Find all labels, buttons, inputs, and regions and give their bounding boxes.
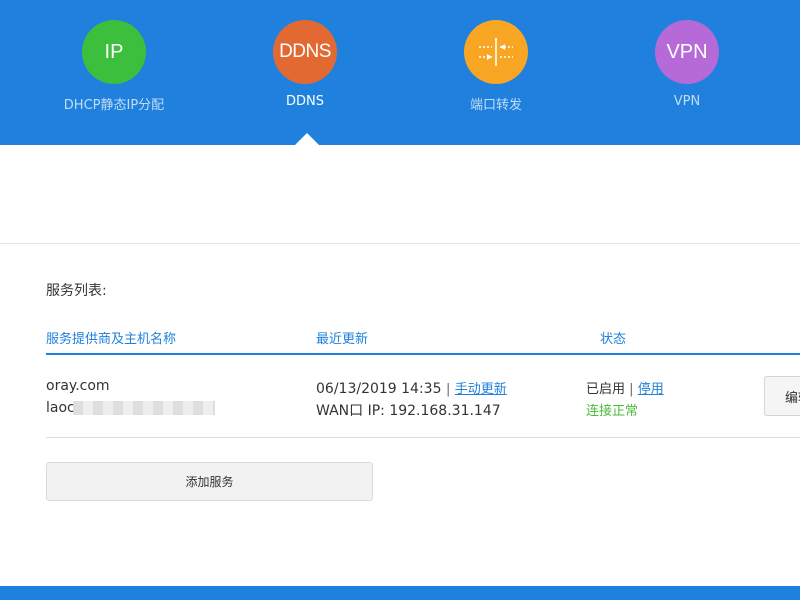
host-name: laoc xyxy=(46,400,75,416)
column-provider-host: 服务提供商及主机名称 xyxy=(46,332,177,347)
nav-label-port-forwarding: 端口转发 xyxy=(469,98,522,113)
add-service-button[interactable]: 添加服务 xyxy=(46,462,373,501)
vpn-icon: VPN xyxy=(655,20,719,84)
edit-button[interactable]: 编辑 xyxy=(764,376,800,416)
ip-icon-text: IP xyxy=(104,40,124,63)
provider-name: oray.com xyxy=(46,378,110,394)
column-status: 状态 xyxy=(600,332,627,347)
ddns-icon-text: DDNS xyxy=(279,41,331,62)
active-tab-pointer xyxy=(295,133,319,145)
nav-item-ddns[interactable]: DDNS DDNS xyxy=(225,20,385,109)
last-update-cell: 06/13/2019 14:35 | 手动更新 xyxy=(316,378,507,397)
vpn-icon-text: VPN xyxy=(666,40,708,63)
last-update-time: 06/13/2019 14:35 xyxy=(316,381,442,397)
top-nav: IP DHCP静态IP分配 DDNS DDNS 端口转发 VPN VPN xyxy=(0,0,800,145)
column-last-update: 最近更新 xyxy=(316,332,369,347)
nav-item-vpn[interactable]: VPN VPN xyxy=(607,20,767,109)
wan-ip-text: WAN口 IP: 192.168.31.147 xyxy=(316,403,501,419)
nav-label-ddns: DDNS xyxy=(286,94,324,109)
connection-status: 连接正常 xyxy=(586,404,639,419)
nav-item-port-forwarding[interactable]: 端口转发 xyxy=(416,20,576,113)
ip-icon: IP xyxy=(82,20,146,84)
table-row: oray.com laoc 06/13/2019 14:35 | 手动更新 WA… xyxy=(46,356,800,438)
redacted-hostname xyxy=(73,401,215,415)
nav-item-dhcp-static-ip[interactable]: IP DHCP静态IP分配 xyxy=(34,20,194,113)
status-cell: 已启用 | 停用 xyxy=(586,378,664,397)
port-forward-icon xyxy=(464,20,528,84)
status-separator: | xyxy=(629,382,634,397)
service-list-title: 服务列表: xyxy=(46,283,107,299)
bottom-bar xyxy=(0,586,800,600)
nav-label-dhcp: DHCP静态IP分配 xyxy=(63,98,165,113)
ddns-icon: DDNS xyxy=(273,20,337,84)
disable-link[interactable]: 停用 xyxy=(638,382,664,397)
manual-update-link[interactable]: 手动更新 xyxy=(455,382,507,397)
nav-label-vpn: VPN xyxy=(673,94,701,109)
section-divider xyxy=(0,243,800,244)
service-table-header: 服务提供商及主机名称 最近更新 状态 xyxy=(46,328,800,355)
status-enabled: 已启用 xyxy=(586,382,626,397)
update-separator: | xyxy=(445,382,451,397)
port-forward-arrows-icon xyxy=(479,38,513,66)
